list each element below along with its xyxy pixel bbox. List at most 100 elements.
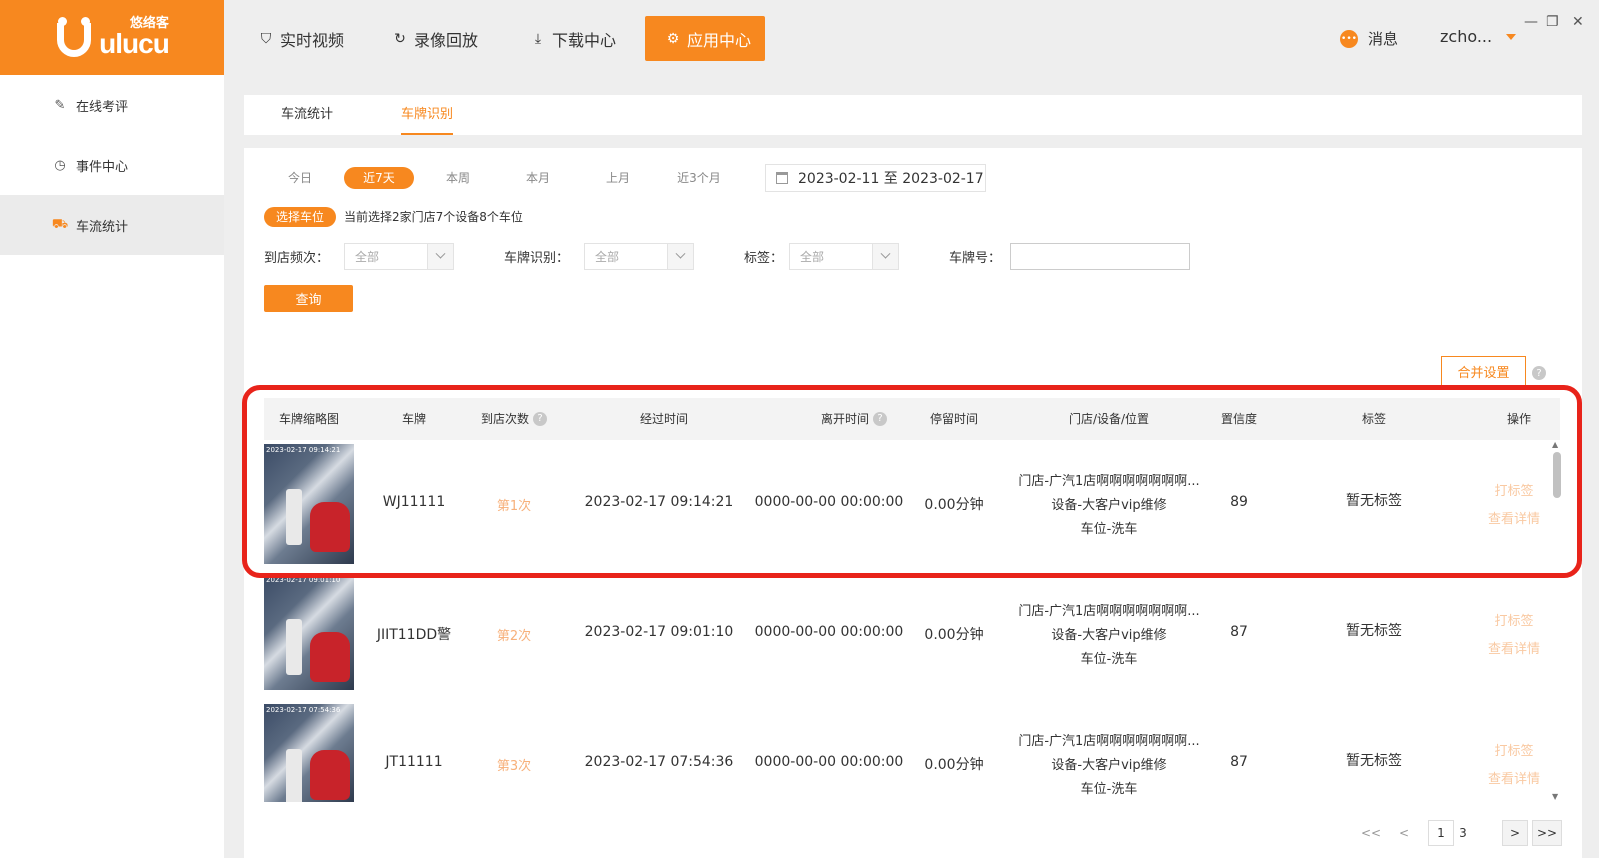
col-actions: 操作 <box>1506 412 1531 426</box>
stay-duration: 0.00分钟 <box>924 627 984 643</box>
tab-plate-recognition[interactable]: 车牌识别 <box>401 95 454 135</box>
messages-button[interactable]: ••• 消息 <box>1340 28 1398 49</box>
range-last-3-months[interactable]: 近3个月 <box>674 167 724 189</box>
page-prev-button[interactable]: < <box>1394 820 1414 846</box>
scroll-down-arrow[interactable]: ▼ <box>1552 792 1558 801</box>
visit-count[interactable]: 第1次 <box>469 495 559 514</box>
table-row: 2023-02-17 09:01:10 JIIT11DD警 第2次 2023-0… <box>264 574 1554 698</box>
date-range-picker[interactable]: 2023-02-11 至 2023-02-17 <box>765 164 986 192</box>
plate-thumbnail[interactable]: 2023-02-17 09:01:10 <box>264 574 354 690</box>
col-thumb: 车牌缩略图 <box>278 412 339 426</box>
plate-number: JIIT11DD警 <box>376 627 452 643</box>
col-tag: 标签 <box>1361 412 1386 426</box>
close-button[interactable]: ✕ <box>1572 14 1584 30</box>
download-icon: ⤓ <box>534 30 542 47</box>
tag-value: 暂无标签 <box>1346 753 1402 769</box>
range-this-month[interactable]: 本月 <box>518 167 558 189</box>
page-current[interactable]: 1 <box>1428 820 1454 846</box>
plate-thumbnail[interactable]: 2023-02-17 07:54:36 <box>264 704 354 802</box>
col-leave-time-label: 离开时间 <box>820 412 869 426</box>
store-name: 门店-广汽1店啊啊啊啊啊啊啊... <box>1018 734 1200 749</box>
plate-number: JT11111 <box>385 754 443 770</box>
confidence: 87 <box>1230 754 1248 770</box>
user-menu[interactable]: zcho... <box>1440 27 1517 46</box>
tab-traffic-stats[interactable]: 车流统计 <box>281 95 333 135</box>
nav-live-video[interactable]: ⛉ 实时视频 <box>238 16 364 61</box>
page-next-button[interactable]: > <box>1502 820 1528 846</box>
plate-thumbnail[interactable]: 2023-02-17 09:14:21 <box>264 444 354 564</box>
stay-duration: 0.00分钟 <box>924 497 984 513</box>
chevron-down-icon <box>667 244 693 269</box>
username: zcho... <box>1440 27 1493 46</box>
visit-count[interactable]: 第2次 <box>469 625 559 644</box>
spot-name: 车位-洗车 <box>1080 652 1138 667</box>
view-detail-link[interactable]: 查看详情 <box>1474 508 1554 527</box>
confidence: 89 <box>1230 494 1248 510</box>
pass-time: 2023-02-17 07:54:36 <box>584 754 734 770</box>
spot-name: 车位-洗车 <box>1080 522 1138 537</box>
col-stay: 停留时间 <box>929 412 978 426</box>
help-icon[interactable]: ? <box>873 412 887 426</box>
nav-label: 录像回放 <box>414 30 479 50</box>
store-name: 门店-广汽1店啊啊啊啊啊啊啊... <box>1018 604 1200 619</box>
restore-button[interactable]: ❐ <box>1546 14 1559 30</box>
range-last-7-days[interactable]: 近7天 <box>344 167 414 189</box>
sidebar: ✎ 在线考评 ◷ 事件中心 ⛟ 车流统计 <box>0 75 224 858</box>
gear-icon: ⚙ <box>666 30 680 47</box>
select-spot-button[interactable]: 选择车位 <box>264 207 337 227</box>
nav-download-center[interactable]: ⤓ 下载中心 <box>510 16 636 61</box>
range-last-month[interactable]: 上月 <box>598 167 638 189</box>
messages-label: 消息 <box>1368 30 1399 48</box>
query-button[interactable]: 查询 <box>264 285 353 312</box>
clock-icon: ◷ <box>54 157 66 173</box>
add-tag-link[interactable]: 打标签 <box>1474 610 1554 629</box>
plate-no-input[interactable] <box>1010 243 1190 270</box>
merge-settings-button[interactable]: 合并设置 <box>1441 356 1526 386</box>
location-info: 门店-广汽1店啊啊啊啊啊啊啊... 设备-大客户vip维修 车位-洗车 <box>999 730 1219 802</box>
sidebar-item-traffic-stats[interactable]: ⛟ 车流统计 <box>0 195 224 255</box>
select-value: 全部 <box>595 250 620 264</box>
visit-freq-label: 到店频次： <box>264 251 330 266</box>
scroll-up-arrow[interactable]: ▲ <box>1552 440 1558 449</box>
location-info: 门店-广汽1店啊啊啊啊啊啊啊... 设备-大客户vip维修 车位-洗车 <box>999 470 1219 542</box>
tag-select[interactable]: 全部 <box>789 243 899 270</box>
store-name: 门店-广汽1店啊啊啊啊啊啊啊... <box>1018 474 1200 489</box>
visit-freq-select[interactable]: 全部 <box>344 243 454 270</box>
sidebar-item-event-center[interactable]: ◷ 事件中心 <box>0 135 224 195</box>
nav-label: 实时视频 <box>280 30 345 50</box>
tag-label: 标签： <box>744 251 784 266</box>
chevron-down-icon <box>1506 33 1517 40</box>
help-icon[interactable]: ? <box>533 412 547 426</box>
add-tag-link[interactable]: 打标签 <box>1474 480 1554 499</box>
col-plate: 车牌 <box>401 412 426 426</box>
thumbnail-timestamp: 2023-02-17 09:14:21 <box>266 446 341 454</box>
brand-logo: 悠络客 ulucu <box>0 0 224 75</box>
nav-label: 下载中心 <box>552 30 617 50</box>
page-last-button[interactable]: >> <box>1532 820 1562 846</box>
table-row: 2023-02-17 09:14:21 WJ11111 第1次 2023-02-… <box>264 444 1554 568</box>
edit-icon: ✎ <box>54 97 66 113</box>
scrollbar-thumb[interactable] <box>1553 452 1561 498</box>
range-this-week[interactable]: 本周 <box>438 167 478 189</box>
add-tag-link[interactable]: 打标签 <box>1474 740 1554 759</box>
select-value: 全部 <box>800 250 825 264</box>
selection-note: 当前选择2家门店7个设备8个车位 <box>344 210 523 224</box>
sidebar-item-label: 车流统计 <box>76 219 129 235</box>
page-first-button[interactable]: << <box>1358 820 1384 846</box>
help-icon[interactable]: ? <box>1532 366 1546 380</box>
thumbnail-timestamp: 2023-02-17 09:01:10 <box>266 576 341 584</box>
confidence: 87 <box>1230 624 1248 640</box>
minimize-button[interactable]: — <box>1524 14 1538 30</box>
sidebar-item-label: 事件中心 <box>76 159 129 175</box>
visit-count[interactable]: 第3次 <box>469 755 559 774</box>
range-today[interactable]: 今日 <box>280 167 320 189</box>
nav-playback[interactable]: ↻ 录像回放 <box>372 16 498 61</box>
chat-bubble-icon: ••• <box>1340 29 1358 48</box>
location-info: 门店-广汽1店啊啊啊啊啊啊啊... 设备-大客户vip维修 车位-洗车 <box>999 600 1219 672</box>
col-visits-label: 到店次数 <box>480 412 529 426</box>
plate-recog-select[interactable]: 全部 <box>584 243 694 270</box>
sidebar-item-online-review[interactable]: ✎ 在线考评 <box>0 75 224 135</box>
view-detail-link[interactable]: 查看详情 <box>1474 638 1554 657</box>
view-detail-link[interactable]: 查看详情 <box>1474 768 1554 787</box>
nav-app-center[interactable]: ⚙ 应用中心 <box>645 16 765 61</box>
